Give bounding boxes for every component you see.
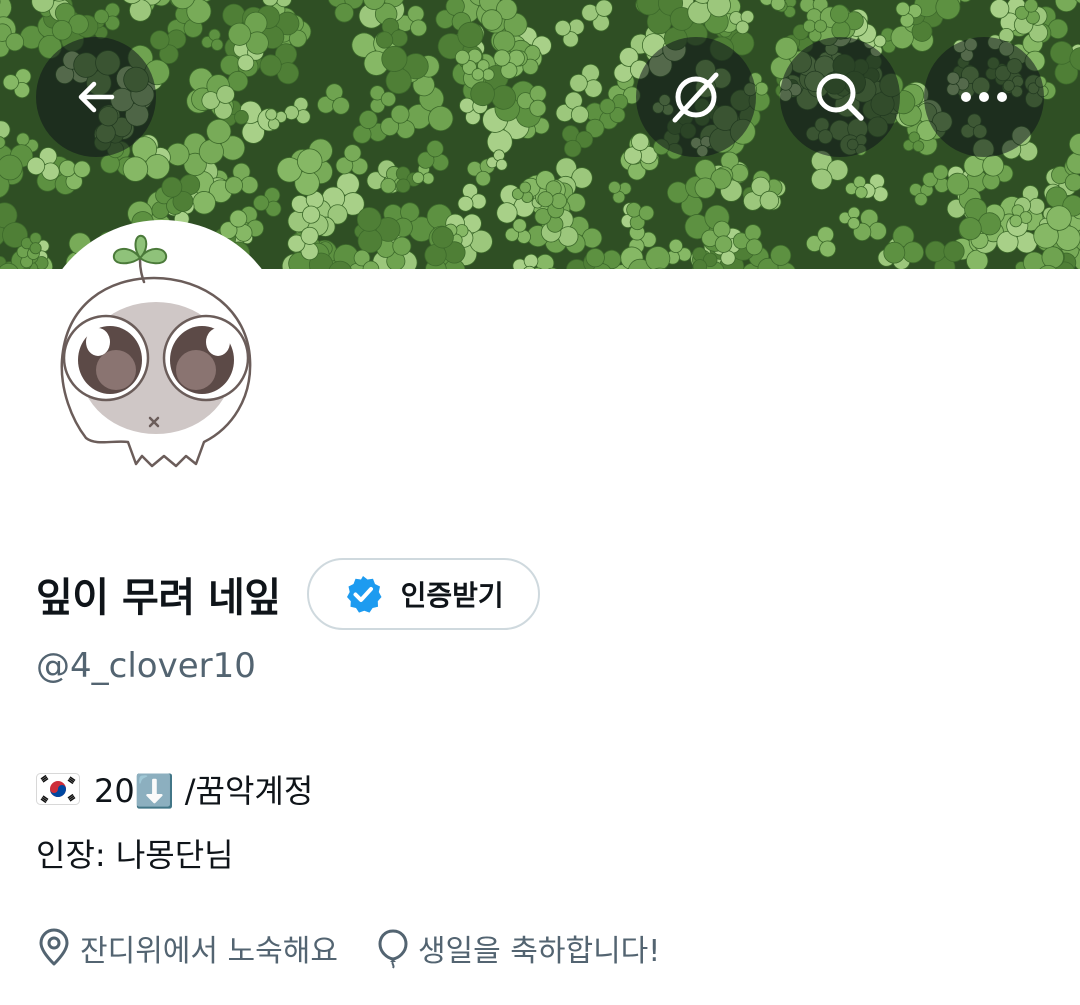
location-pin-icon: [39, 928, 69, 966]
more-horizontal-icon: [961, 92, 1007, 102]
profile-page: 잎이 무려 네잎 인증받기 @4_clover10 20⬇️ /꿈악계정 인장:…: [0, 0, 1080, 1005]
verified-badge-icon: [346, 576, 382, 613]
grok-button[interactable]: [636, 37, 756, 157]
avatar[interactable]: [36, 220, 288, 472]
location-text: 잔디위에서 노숙해요: [80, 934, 338, 969]
arrow-left-icon: [78, 81, 115, 113]
balloon-icon: [378, 929, 408, 969]
search-button[interactable]: [780, 37, 900, 157]
more-options-button[interactable]: [924, 37, 1044, 157]
birthday-item: 생일을 축하합니다!: [376, 926, 660, 970]
grok-icon: [672, 72, 719, 123]
get-verified-label: 인증받기: [400, 579, 504, 612]
profile-meta-row: 잔디위에서 노숙해요 생일을 축하합니다!: [36, 924, 660, 972]
birthday-text: 생일을 축하합니다!: [417, 934, 661, 969]
bio-text-1: 20⬇️ /꿈악계정: [94, 772, 314, 810]
bio-line-2: 인장: 나몽단님: [36, 836, 234, 874]
south-korea-flag-icon: [36, 773, 80, 805]
user-handle: @4_clover10: [36, 646, 256, 686]
back-button[interactable]: [36, 37, 156, 157]
get-verified-button[interactable]: 인증받기: [306, 558, 540, 630]
avatar-character-image: [60, 234, 252, 468]
name-row: 잎이 무려 네잎 인증받기: [36, 556, 540, 632]
location-item: 잔디위에서 노숙해요: [36, 926, 338, 970]
bio-line-1: 20⬇️ /꿈악계정: [36, 766, 313, 812]
display-name: 잎이 무려 네잎: [36, 575, 281, 621]
search-icon: [816, 73, 864, 121]
